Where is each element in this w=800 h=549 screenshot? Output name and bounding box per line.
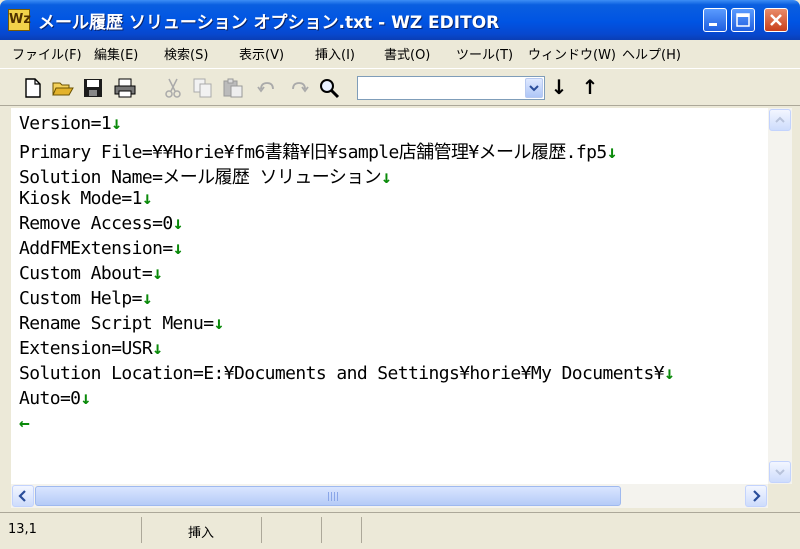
minimize-button[interactable] [703,8,727,32]
chevron-left-icon [18,490,26,502]
eol-mark: ↓ [606,142,618,163]
find-next-button[interactable]: ↓ [549,75,569,99]
text-line: Auto=0↓ [19,388,91,409]
scroll-down-button[interactable] [769,461,791,483]
menu-view[interactable]: 表示(V) [239,44,284,63]
eol-mark: ↓ [172,213,184,234]
close-icon [770,14,782,26]
chevron-up-icon [775,116,785,123]
text-editor[interactable]: Version=1↓ Primary File=¥¥Horie¥fm6書籍¥旧¥… [11,108,768,484]
text-line: Remove Access=0↓ [19,213,183,234]
status-bar: 13,1 挿入 [0,512,800,549]
menu-file[interactable]: ファイル(F) [12,44,82,63]
eol-mark: ↓ [141,288,153,309]
new-file-button[interactable] [22,77,44,99]
eol-mark: ↓ [141,188,153,209]
eol-mark: ↓ [213,313,225,334]
menu-help[interactable]: ヘルプ(H) [622,44,681,63]
eof-mark: ← [19,413,30,434]
eol-mark: ↓ [663,363,675,384]
eol-mark: ↓ [152,263,163,284]
search-input[interactable] [360,78,524,100]
text-line: Rename Script Menu=↓ [19,313,224,334]
print-icon [114,78,136,98]
text-line: Solution Location=E:¥Documents and Setti… [19,363,675,384]
open-button[interactable] [52,77,74,99]
copy-button[interactable] [192,77,214,99]
menu-window[interactable]: ウィンドウ(W) [528,44,616,63]
menu-edit[interactable]: 編集(E) [94,44,138,63]
text-line: Extension=USR↓ [19,338,163,359]
editor-window: Wz メール履歴 ソリューション オプション.txt - WZ EDITOR フ… [0,0,800,549]
text-line: AddFMExtension=↓ [19,238,183,259]
scroll-left-button[interactable] [12,485,34,507]
open-folder-icon [52,82,74,96]
eol-mark: ↓ [381,167,392,188]
text-line: Custom Help=↓ [19,288,153,309]
search-combo[interactable] [357,76,545,100]
horizontal-scrollbar[interactable] [11,484,768,508]
redo-button[interactable] [288,77,310,99]
find-previous-button[interactable]: ↑ [580,75,600,99]
eol-mark: ↓ [111,113,122,134]
cut-button[interactable] [162,77,184,99]
minimize-icon [709,23,717,26]
print-button[interactable] [114,77,136,99]
menu-tools[interactable]: ツール(T) [456,44,513,63]
text-line: Custom About=↓ [19,263,163,284]
eof-line: ← [19,413,30,434]
paste-button[interactable] [222,77,244,99]
eol-mark: ↓ [80,388,91,409]
text-line: Solution Name=メール履歴 ソリューション↓ [19,167,392,188]
close-button[interactable] [764,8,788,32]
find-button[interactable] [318,77,340,99]
window-title: メール履歴 ソリューション オプション.txt - WZ EDITOR [38,13,500,33]
app-icon[interactable]: Wz [8,9,31,31]
find-icon [320,79,340,99]
save-button[interactable] [82,77,104,99]
save-icon [84,79,102,97]
menu-insert[interactable]: 挿入(I) [315,44,355,63]
maximize-button[interactable] [731,8,755,32]
chevron-down-icon [529,85,539,92]
eol-mark: ↓ [152,338,163,359]
menu-search[interactable]: 検索(S) [164,44,208,63]
vertical-scrollbar[interactable] [768,108,792,484]
cut-icon [165,78,181,98]
undo-button[interactable] [256,77,278,99]
status-cell [322,517,362,543]
horizontal-scroll-thumb[interactable] [35,486,621,506]
input-mode: 挿入 [182,517,262,543]
menu-format[interactable]: 書式(O) [384,44,430,63]
redo-icon [292,82,309,93]
eol-mark: ↓ [172,238,184,259]
text-line: Kiosk Mode=1↓ [19,188,153,209]
chevron-right-icon [753,490,761,502]
title-bar[interactable]: Wz メール履歴 ソリューション オプション.txt - WZ EDITOR [0,0,800,40]
menu-bar: ファイル(F) 編集(E) 検索(S) 表示(V) 挿入(I) 書式(O) ツー… [0,40,800,68]
copy-icon [193,78,212,98]
cursor-position: 13,1 [2,517,142,543]
paste-icon [223,78,243,98]
undo-icon [257,82,274,93]
new-file-icon [25,78,41,98]
maximize-icon [736,13,750,27]
chevron-down-icon [775,469,785,476]
scroll-right-button[interactable] [745,485,767,507]
status-cell [262,517,322,543]
toolbar: ↓ ↑ [0,68,800,106]
search-dropdown-button[interactable] [525,78,543,98]
grip-icon [328,492,338,501]
text-line: Version=1↓ [19,113,122,134]
scroll-up-button[interactable] [769,109,791,131]
text-line: Primary File=¥¥Horie¥fm6書籍¥旧¥sample店舗管理¥… [19,142,618,163]
